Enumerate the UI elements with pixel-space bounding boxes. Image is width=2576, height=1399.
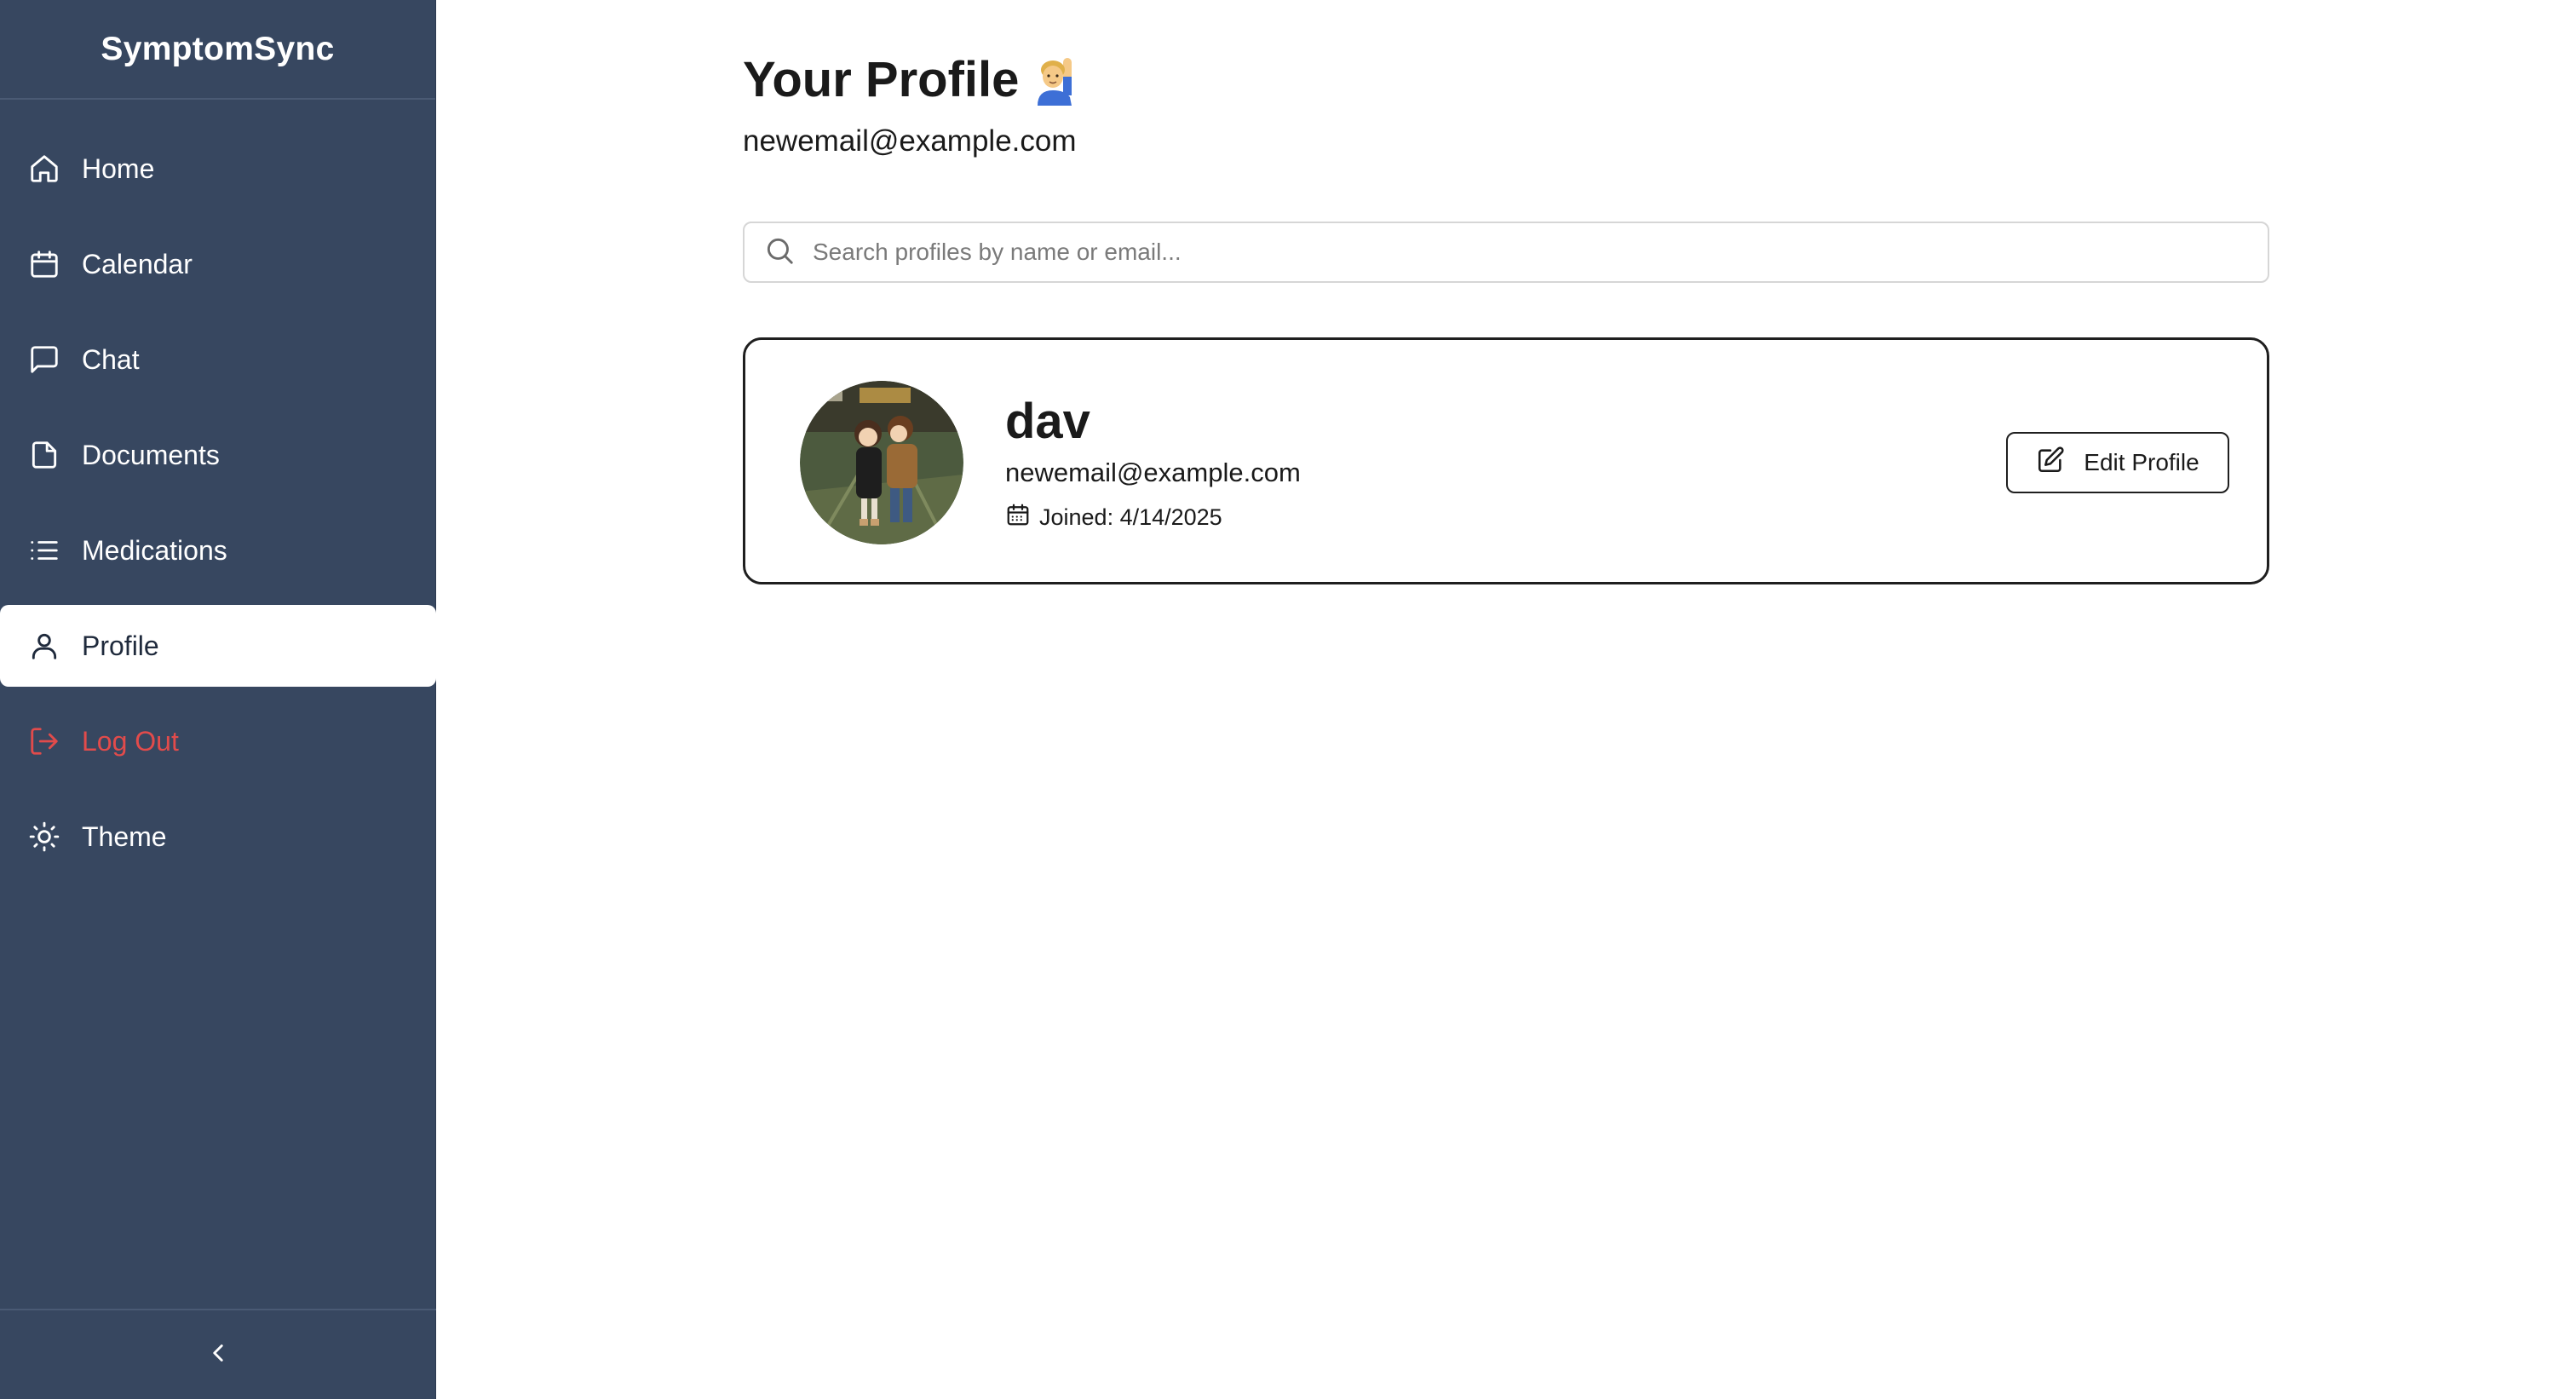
list-icon (27, 533, 61, 567)
avatar (800, 381, 963, 544)
app-brand: SymptomSync (0, 0, 435, 100)
sidebar-item-label: Theme (82, 820, 167, 852)
sidebar-item-label: Medications (82, 534, 227, 566)
sidebar-item-label: Profile (82, 630, 159, 661)
search-input[interactable] (811, 238, 2217, 267)
sidebar-item-label: Home (82, 153, 155, 184)
page-title: Your Profile (743, 52, 1020, 107)
sidebar-collapse-button[interactable] (0, 1309, 436, 1399)
sidebar-item-chat[interactable]: Chat (0, 319, 436, 400)
sun-icon (27, 820, 61, 854)
edit-profile-label: Edit Profile (2084, 449, 2199, 475)
sidebar: SymptomSync Home Calendar Chat Documents… (0, 0, 436, 1399)
joined-text: Joined: 4/14/2025 (1039, 504, 1222, 530)
current-user-email: newemail@example.com (743, 124, 1077, 158)
sidebar-item-home[interactable]: Home (0, 128, 436, 210)
sidebar-item-label: Chat (82, 343, 140, 375)
search-icon (763, 234, 811, 271)
profile-email: newemail@example.com (1005, 458, 1301, 487)
main-content: Your Profile newemail@example.com Search… (436, 0, 2576, 1399)
page-header: Your Profile (743, 51, 1080, 108)
sidebar-item-logout[interactable]: Log Out (0, 700, 436, 782)
sidebar-item-calendar[interactable]: Calendar (0, 223, 436, 305)
sidebar-item-label: Calendar (82, 248, 193, 279)
user-icon (27, 629, 61, 663)
chevron-left-icon (204, 1339, 233, 1372)
sidebar-item-documents[interactable]: Documents (0, 414, 436, 496)
profile-search[interactable] (743, 222, 2269, 283)
edit-icon (2036, 446, 2084, 481)
edit-profile-button[interactable]: Edit Profile (2006, 432, 2229, 493)
sidebar-item-medications[interactable]: Medications (0, 510, 436, 591)
profile-name: dav (1005, 394, 1090, 449)
document-icon (27, 438, 61, 472)
profile-card: dav newemail@example.com Joined: 4/14/20… (743, 337, 2269, 584)
joined-date: Joined: 4/14/2025 (1005, 502, 1222, 533)
calendar-icon (27, 247, 61, 281)
home-icon (27, 152, 61, 186)
chat-icon (27, 343, 61, 377)
sidebar-item-label: Log Out (82, 725, 179, 757)
sidebar-item-label: Documents (82, 439, 220, 470)
logout-icon (27, 724, 61, 758)
raising-hand-icon (1032, 55, 1080, 106)
sidebar-item-profile[interactable]: Profile (0, 605, 436, 687)
calendar-icon (1005, 502, 1039, 533)
sidebar-item-theme[interactable]: Theme (0, 796, 436, 878)
